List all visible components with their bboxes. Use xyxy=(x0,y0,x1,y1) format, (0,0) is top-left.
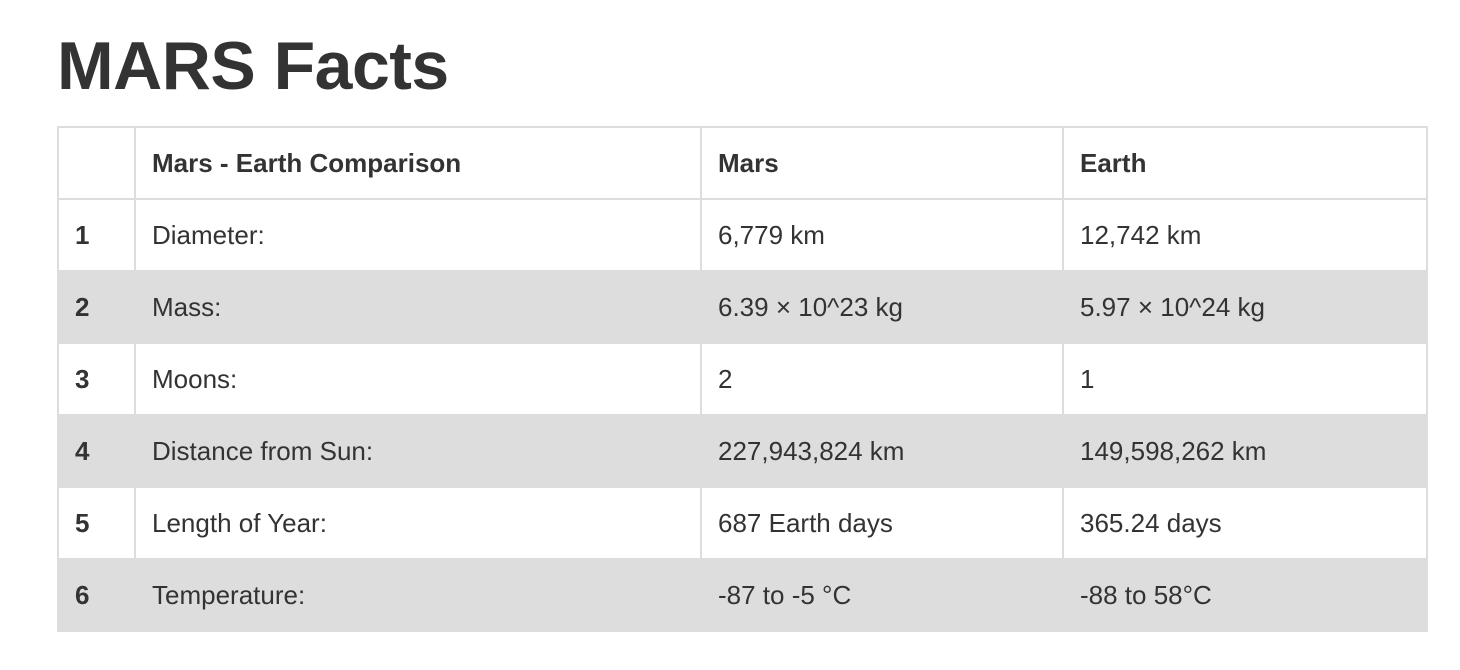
row-mars-value: 687 Earth days xyxy=(700,486,1064,560)
row-earth-value: 149,598,262 km xyxy=(1062,414,1428,488)
row-label: Distance from Sun: xyxy=(134,414,702,488)
row-earth-value: 365.24 days xyxy=(1062,486,1428,560)
table-row: 1 Diameter: 6,779 km 12,742 km xyxy=(57,198,1428,272)
table-row: 4 Distance from Sun: 227,943,824 km 149,… xyxy=(57,414,1428,488)
row-earth-value: 5.97 × 10^24 kg xyxy=(1062,270,1428,344)
row-earth-value: 12,742 km xyxy=(1062,198,1428,272)
header-comparison: Mars - Earth Comparison xyxy=(134,126,702,200)
page: MARS Facts Mars - Earth Comparison Mars … xyxy=(0,0,1460,632)
mars-earth-comparison-table: Mars - Earth Comparison Mars Earth 1 Dia… xyxy=(57,126,1428,632)
header-mars: Mars xyxy=(700,126,1064,200)
table-body: 1 Diameter: 6,779 km 12,742 km 2 Mass: 6… xyxy=(57,198,1428,632)
row-mars-value: 6,779 km xyxy=(700,198,1064,272)
row-index: 2 xyxy=(57,270,136,344)
header-index xyxy=(57,126,136,200)
header-earth: Earth xyxy=(1062,126,1428,200)
row-index: 3 xyxy=(57,342,136,416)
table-row: 5 Length of Year: 687 Earth days 365.24 … xyxy=(57,486,1428,560)
row-index: 4 xyxy=(57,414,136,488)
row-index: 5 xyxy=(57,486,136,560)
row-earth-value: -88 to 58°C xyxy=(1062,558,1428,632)
row-label: Length of Year: xyxy=(134,486,702,560)
row-mars-value: 2 xyxy=(700,342,1064,416)
row-mars-value: 6.39 × 10^23 kg xyxy=(700,270,1064,344)
row-mars-value: -87 to -5 °C xyxy=(700,558,1064,632)
row-index: 6 xyxy=(57,558,136,632)
row-earth-value: 1 xyxy=(1062,342,1428,416)
table-header-row: Mars - Earth Comparison Mars Earth xyxy=(57,126,1428,200)
table-row: 3 Moons: 2 1 xyxy=(57,342,1428,416)
page-title: MARS Facts xyxy=(57,28,449,104)
row-mars-value: 227,943,824 km xyxy=(700,414,1064,488)
row-index: 1 xyxy=(57,198,136,272)
table-header: Mars - Earth Comparison Mars Earth xyxy=(57,126,1428,200)
row-label: Diameter: xyxy=(134,198,702,272)
table-row: 2 Mass: 6.39 × 10^23 kg 5.97 × 10^24 kg xyxy=(57,270,1428,344)
row-label: Temperature: xyxy=(134,558,702,632)
row-label: Moons: xyxy=(134,342,702,416)
row-label: Mass: xyxy=(134,270,702,344)
table-row: 6 Temperature: -87 to -5 °C -88 to 58°C xyxy=(57,558,1428,632)
